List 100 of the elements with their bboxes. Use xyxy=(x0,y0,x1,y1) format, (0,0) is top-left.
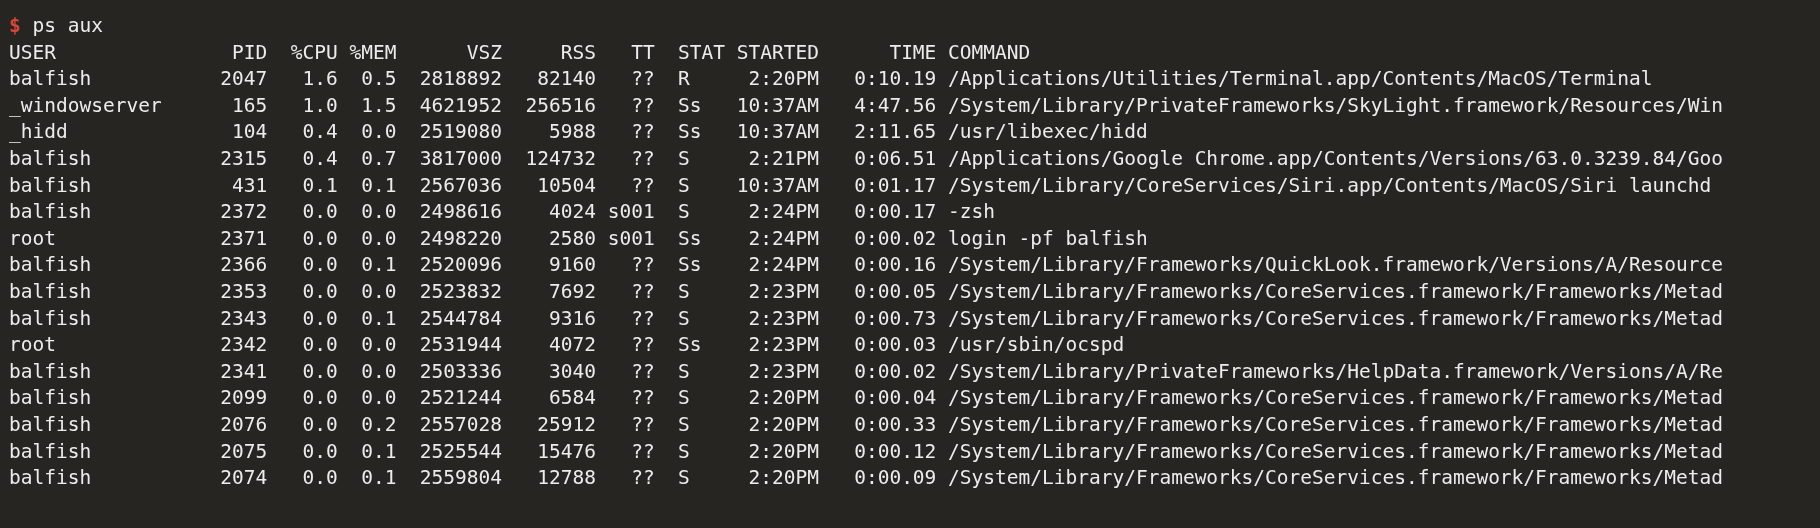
output-text: 0.1 xyxy=(360,438,397,465)
output-text: /System/Library/CoreServices/Siri.app/Contents/MacOS/Siri launchd xyxy=(948,172,1712,199)
column-header: TT xyxy=(630,39,655,66)
output-text: 2:24PM xyxy=(747,252,819,279)
output-text: 4621952 xyxy=(418,92,503,119)
output-text: Ss xyxy=(678,92,703,119)
output-text: s001 xyxy=(606,199,655,226)
output-text: 0:00.03 xyxy=(853,332,937,359)
output-text: _hidd xyxy=(9,119,69,146)
output-text: S xyxy=(678,172,691,199)
output-text: 0.0 xyxy=(301,278,338,305)
output-text: 2:23PM xyxy=(747,358,819,385)
output-text: ?? xyxy=(630,252,655,279)
command-text: ps aux xyxy=(32,13,103,39)
output-text: ?? xyxy=(630,411,655,438)
output-text: 2315 xyxy=(219,145,268,172)
output-text: 10:37AM xyxy=(736,92,819,119)
output-text: balfish xyxy=(9,465,93,492)
output-text: 0.1 xyxy=(360,305,397,332)
output-text: /System/Library/Frameworks/CoreServices.framework/Frameworks/Metad xyxy=(948,465,1723,492)
output-text: balfish xyxy=(9,305,93,332)
output-text: ?? xyxy=(630,92,655,119)
column-header: RSS xyxy=(559,39,596,66)
output-text: 1.6 xyxy=(301,66,338,93)
output-text: 0:00.33 xyxy=(853,411,937,438)
output-text: 2580 xyxy=(548,225,596,252)
output-text: balfish xyxy=(9,66,93,93)
output-text: R xyxy=(678,66,691,93)
output-text: 0.0 xyxy=(301,385,338,412)
output-text: ?? xyxy=(630,66,655,93)
output-text: ?? xyxy=(630,172,655,199)
output-text: S xyxy=(678,145,691,172)
output-text: 2519080 xyxy=(418,119,503,146)
output-text: 0.0 xyxy=(360,358,397,385)
output-text: _windowserver xyxy=(9,92,163,119)
output-text: 3817000 xyxy=(418,145,503,172)
output-text: 9316 xyxy=(548,305,596,332)
output-text: ?? xyxy=(630,278,655,305)
output-text: 25912 xyxy=(536,411,596,438)
output-text: 2341 xyxy=(219,358,268,385)
output-text: 2074 xyxy=(219,465,268,492)
output-text: 0.0 xyxy=(301,305,338,332)
output-text: 0:00.09 xyxy=(853,465,937,492)
output-text: ?? xyxy=(630,465,655,492)
output-text: 2076 xyxy=(219,411,268,438)
output-text: 256516 xyxy=(524,92,596,119)
output-text: 2523832 xyxy=(418,278,503,305)
output-text: 0:00.04 xyxy=(853,385,937,412)
output-text: /System/Library/Frameworks/CoreServices.framework/Frameworks/Metad xyxy=(948,411,1723,438)
output-text: 0.1 xyxy=(360,252,397,279)
output-text: 2:23PM xyxy=(747,305,819,332)
output-text: 0.4 xyxy=(301,119,338,146)
output-text: Ss xyxy=(678,252,703,279)
output-text: /System/Library/Frameworks/CoreServices.framework/Frameworks/Metad xyxy=(948,278,1723,305)
output-text: 0:00.02 xyxy=(853,358,937,385)
output-text: 2099 xyxy=(219,385,268,412)
output-text: 2:21PM xyxy=(747,145,819,172)
output-text: 4:47.56 xyxy=(853,92,937,119)
output-text: 82140 xyxy=(536,66,596,93)
output-text: /Applications/Google Chrome.app/Contents/Versions/63.0.3239.84/Goo xyxy=(948,145,1723,172)
output-text: root xyxy=(9,332,57,359)
output-text: /System/Library/PrivateFrameworks/HelpData.framework/Versions/A/Re xyxy=(948,358,1723,385)
output-text: S xyxy=(678,199,691,226)
output-text: 0.0 xyxy=(360,199,397,226)
output-text: 12788 xyxy=(536,465,596,492)
output-text: 124732 xyxy=(524,145,596,172)
prompt-symbol: $ xyxy=(9,13,21,39)
output-text: 2047 xyxy=(219,66,268,93)
output-text: S xyxy=(678,438,691,465)
output-text: 7692 xyxy=(548,278,596,305)
output-text: balfish xyxy=(9,278,93,305)
output-text: s001 xyxy=(606,225,655,252)
output-text: /System/Library/Frameworks/CoreServices.framework/Frameworks/Metad xyxy=(948,385,1723,412)
output-text: 0:00.16 xyxy=(853,252,937,279)
output-text: 4024 xyxy=(548,199,596,226)
output-text: 2:20PM xyxy=(747,411,819,438)
output-text: 0.4 xyxy=(301,145,338,172)
output-text: 2520096 xyxy=(418,252,503,279)
output-text: 5988 xyxy=(548,119,596,146)
output-text: 2353 xyxy=(219,278,268,305)
output-text: ?? xyxy=(630,332,655,359)
output-text: balfish xyxy=(9,145,93,172)
output-text: 0.0 xyxy=(301,411,338,438)
output-text: 0.7 xyxy=(360,145,397,172)
output-text: 0:00.02 xyxy=(853,225,937,252)
output-text: 0.0 xyxy=(360,278,397,305)
output-text: S xyxy=(678,278,691,305)
output-text: ?? xyxy=(630,305,655,332)
output-text: Ss xyxy=(678,332,703,359)
output-text: 2366 xyxy=(219,252,268,279)
output-text: 0.0 xyxy=(301,252,338,279)
output-text: 0.0 xyxy=(360,385,397,412)
output-text: balfish xyxy=(9,358,93,385)
output-text: 2343 xyxy=(219,305,268,332)
output-text: 431 xyxy=(231,172,268,199)
output-text: /System/Library/Frameworks/CoreServices.framework/Frameworks/Metad xyxy=(948,438,1723,465)
output-text: balfish xyxy=(9,385,93,412)
output-text: 2:23PM xyxy=(747,278,819,305)
output-text: 2531944 xyxy=(418,332,503,359)
output-text: 0.0 xyxy=(301,438,338,465)
